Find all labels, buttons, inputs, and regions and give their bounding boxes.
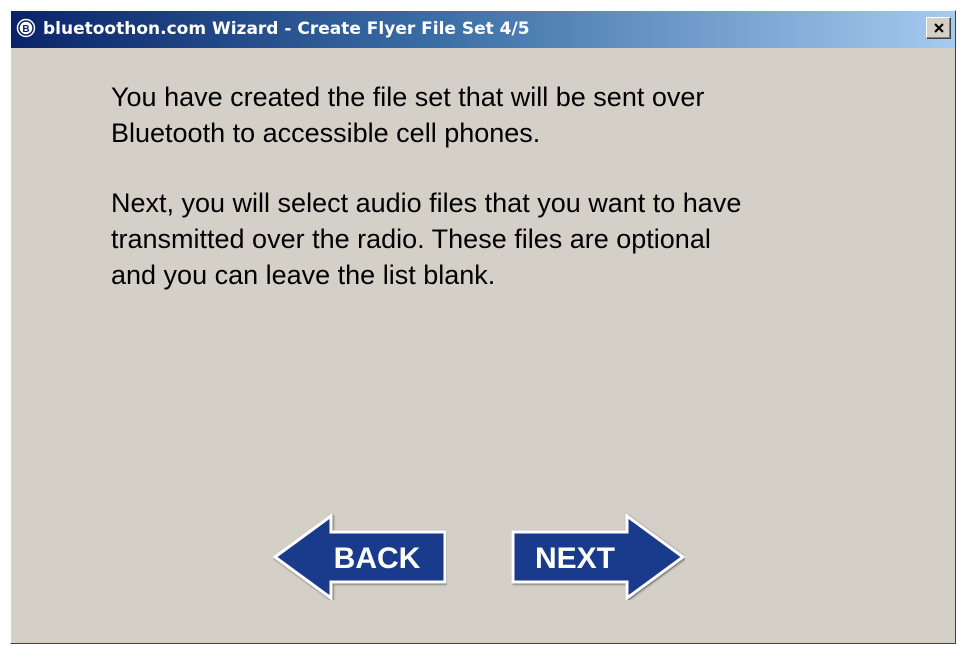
title-bar[interactable]: B bluetoothon.com Wizard - Create Flyer … (11, 11, 955, 48)
bluetooth-b-icon: B (15, 17, 37, 39)
svg-text:B: B (22, 24, 29, 35)
back-button[interactable]: BACK (273, 514, 447, 600)
instruction-paragraph-1: You have created the file set that will … (111, 82, 705, 148)
next-button[interactable]: NEXT (511, 514, 685, 600)
back-button-label: BACK (334, 542, 421, 575)
window-title: bluetoothon.com Wizard - Create Flyer Fi… (43, 19, 530, 39)
wizard-window: B bluetoothon.com Wizard - Create Flyer … (10, 10, 956, 644)
close-icon (934, 23, 944, 33)
next-button-label: NEXT (535, 542, 615, 575)
close-button[interactable] (926, 17, 951, 39)
instruction-text: You have created the file set that will … (111, 79, 871, 327)
instruction-paragraph-2: Next, you will select audio files that y… (111, 188, 742, 290)
